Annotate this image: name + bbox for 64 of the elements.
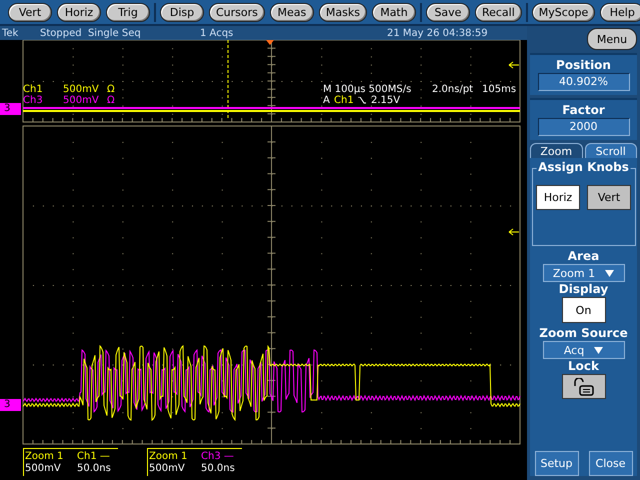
zoom-label: Zoom 1 [25, 451, 64, 462]
tab[interactable]: Zoom [530, 143, 582, 158]
toolbar-button[interactable]: Recall [474, 2, 522, 22]
factor-field[interactable]: 2000 [538, 118, 630, 136]
channel-scale: 500mV [149, 463, 185, 474]
factor-label: Factor [562, 103, 605, 118]
channel-scale: 500mV [25, 463, 61, 474]
trigger-level: 2.15V [371, 95, 400, 106]
record-duration: 105ms [482, 84, 516, 95]
resolution-readout: 2.0ns/pt [432, 84, 474, 95]
acquisition-count: 1 Acqs [200, 28, 234, 38]
channel-label: Ch3 — [201, 451, 234, 462]
coupling-label: Ω [107, 95, 115, 106]
dropdown-arrow-icon [594, 346, 604, 354]
position-label: Position [556, 58, 611, 73]
date-time: 21 May 26 04:38:59 [387, 28, 488, 38]
trigger-level-icon [508, 62, 520, 68]
toolbar-button[interactable]: MyScope [532, 2, 596, 22]
tab[interactable]: Scroll [584, 143, 637, 158]
channel-label: Ch3 [23, 95, 43, 106]
menu-button[interactable]: Menu [587, 28, 637, 50]
channel-marker: 3 [0, 103, 21, 115]
panel-button[interactable]: Close [588, 451, 632, 476]
zoom-source-dropdown[interactable]: Acq [542, 341, 624, 359]
toolbar-button[interactable]: Help [600, 2, 640, 22]
timebase-readout: M 100µs 500MS/s [323, 84, 412, 95]
toolbar-button[interactable]: Disp [160, 2, 204, 22]
zoom-source-label: Zoom Source [539, 326, 628, 341]
group-title: Assign Knobs [536, 160, 631, 174]
toolbar-button[interactable]: Masks [318, 2, 367, 22]
trigger-source: Ch1 [334, 95, 354, 106]
channel-scale: 500mV [63, 95, 99, 106]
toolbar-button[interactable]: Math [372, 2, 416, 22]
area-dropdown[interactable]: Zoom 1 [542, 264, 624, 282]
time-scale: 50.0ns [77, 463, 111, 474]
area-label: Area [568, 249, 600, 264]
knob-button[interactable]: Vert [587, 185, 631, 210]
toolbar-button[interactable]: Vert [8, 2, 52, 22]
zoom-label: Zoom 1 [149, 451, 188, 462]
toolbar-button[interactable]: Horiz [57, 2, 101, 22]
toolbar-button[interactable]: Cursors [209, 2, 265, 22]
acquisition-state: Stopped Single Seq [40, 28, 142, 38]
time-scale: 50.0ns [201, 463, 235, 474]
toolbar-button[interactable]: Save [426, 2, 470, 22]
trigger-type: A [323, 95, 330, 106]
knob-button[interactable]: Horiz [536, 185, 580, 210]
display-label: Display [558, 282, 608, 297]
lock-label: Lock [568, 359, 599, 374]
channel-label: Ch1 [23, 84, 43, 95]
coupling-label: Ω [107, 84, 115, 95]
toolbar-button[interactable]: Meas [270, 2, 314, 22]
dropdown-arrow-icon [605, 270, 614, 276]
falling-slope-icon [358, 97, 366, 104]
channel-marker: 3 [0, 399, 21, 411]
display-button[interactable]: On [562, 297, 606, 323]
toolbar-button[interactable]: Trig [106, 2, 150, 22]
lock-button[interactable] [562, 374, 606, 399]
channel-scale: 500mV [63, 84, 99, 95]
position-field[interactable]: 40.902% [538, 73, 630, 91]
channel-label: Ch1 — [77, 451, 110, 462]
padlock-icon [572, 378, 594, 396]
panel-button[interactable]: Setup [534, 451, 578, 476]
brand-label: Tek [2, 28, 20, 38]
trigger-level-icon [508, 228, 520, 236]
